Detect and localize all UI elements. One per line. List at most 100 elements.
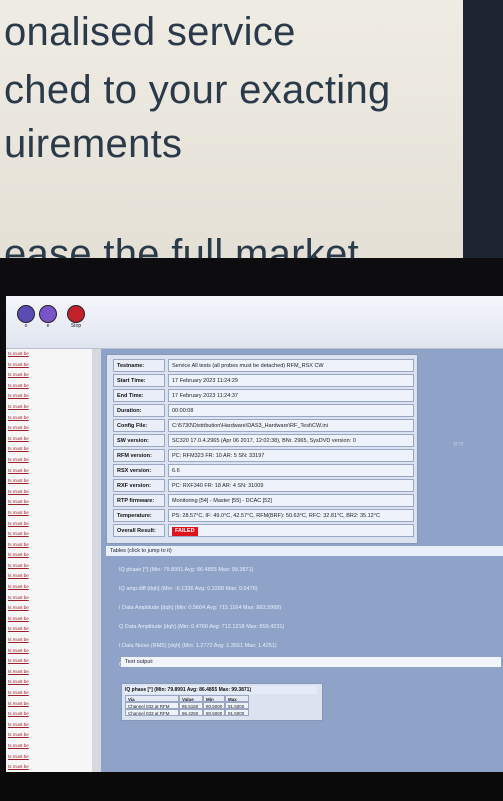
sidebar-test-link[interactable]: ts must be [6,709,92,720]
sidebar-test-link[interactable]: ts must be [6,466,92,477]
tables-header: Tables (click to jump to it) [106,546,503,556]
summary-label: Temperature: [113,509,165,522]
sidebar-test-link[interactable]: ts must be [6,635,92,646]
run-icon [39,305,57,323]
sidebar-test-link[interactable]: ts must be [6,508,92,519]
sidebar-test-link[interactable]: ts must be [6,434,92,445]
sidebar-test-link[interactable]: ts must be [6,752,92,763]
banner-line-3: uirements [4,122,183,166]
table-cell: 86.4250 [179,709,203,716]
table-cell: 91.5000 [225,702,249,709]
sidebar-test-link[interactable]: ts must be [6,391,92,402]
sidebar-test-link[interactable]: ts must be [6,741,92,752]
sidebar-test-link[interactable]: ts must be [6,349,92,360]
sidebar-test-link[interactable]: ts must be [6,519,92,530]
table-cell: Channel 033 at RFM [125,709,179,716]
toolbar: o e Stop [6,296,503,349]
sidebar-test-link[interactable]: ts must be [6,624,92,635]
summary-label: End Time: [113,389,165,402]
stop-icon [67,305,85,323]
table-link[interactable]: Q Data Amplitude [dqh] (Min: 0.4768 Avg:… [119,624,284,630]
summary-value: 17 February 2023 11:24:37 [168,389,414,402]
sidebar-test-link[interactable]: ts must be [6,487,92,498]
banner-line-4: ease the full market [4,232,360,258]
table-cell: 86.5150 [179,702,203,709]
data-table: IQ phase [°] (Min: 79.8991 Avg: 86.4855 … [121,683,323,721]
table-cell: 80.5000 [203,702,225,709]
summary-value: PS: 28.57°C, IF: 49.0°C, 42.57°C, RFM(BR… [168,509,414,522]
table-cell: Channel 032 at RFM [125,702,179,709]
table-link[interactable]: I Data Amplitude [dqh] (Min: 0.5604 Avg:… [119,605,281,611]
sidebar-test-link[interactable]: ts must be [6,593,92,604]
sidebar-test-link[interactable]: ts must be [6,550,92,561]
test-list-sidebar: ts must be ts must be ts must be ts must be… [6,349,93,772]
sidebar-test-link[interactable]: ts must be [6,423,92,434]
sidebar-test-link[interactable]: ts must be [6,720,92,731]
summary-value: 6.6 [168,464,414,477]
summary-label: RTP firmware: [113,494,165,507]
sidebar-test-link[interactable]: ts must be [6,413,92,424]
summary-label: Testname: [113,359,165,372]
table-link[interactable]: IQ amp diff [dqh] (Min: -0.1336 Avg: 0.2… [119,586,258,592]
sidebar-test-link[interactable]: ts must be [6,381,92,392]
summary-value: Service All tests (all probes must be de… [168,359,414,372]
sidebar-test-link[interactable]: ts must be [6,360,92,371]
column-header: Min [203,695,225,702]
column-header: Value [179,695,203,702]
sidebar-test-link[interactable]: ts must be [6,444,92,455]
column-header: Via [125,695,179,702]
toolbar-stop-label: Stop [70,323,82,329]
summary-value: 00:00:08 [168,404,414,417]
summary-value: Monitoring [54] - Master [55] - DCAC [52… [168,494,414,507]
summary-panel: Testname: Service All tests (all probes m… [106,354,418,544]
summary-label: Duration: [113,404,165,417]
overall-result-cell: FAILED [168,524,414,537]
summary-label: RXF version: [113,479,165,492]
app-window: o e Stop ts must be ts must be ts must be t… [6,296,503,772]
ellipsis-icon: ○○ [453,439,465,448]
sidebar-test-link[interactable]: ts must be [6,402,92,413]
sidebar-test-link[interactable]: ts must be [6,540,92,551]
banner-line-2: ched to your exacting [4,68,391,112]
data-table-title: IQ phase [°] (Min: 79.8991 Avg: 86.4855 … [125,686,317,694]
summary-value: PC: RFM323 FR: 10 AR: 5 SN: 33197 [168,449,414,462]
sidebar-test-link[interactable]: ts must be [6,614,92,625]
summary-value: 17 February 2023 11:24:29 [168,374,414,387]
sidebar-scrollbar[interactable] [92,349,101,772]
table-link[interactable]: IQ phase [°] (Min: 79.8991 Avg: 86.4855 … [119,567,254,573]
sidebar-test-link[interactable]: ts must be [6,677,92,688]
banner-line-1: onalised service [4,10,296,54]
sidebar-test-link[interactable]: ts must be [6,762,92,772]
table-link[interactable]: I Data Noise (RMS) [dqh] (Min: 1.2772 Av… [119,643,277,649]
sidebar-test-link[interactable]: ts must be [6,667,92,678]
sidebar-test-link[interactable]: ts must be [6,370,92,381]
sidebar-test-link[interactable]: ts must be [6,476,92,487]
sidebar-test-link[interactable]: ts must be [6,688,92,699]
summary-label: Config File: [113,419,165,432]
sidebar-test-link[interactable]: ts must be [6,529,92,540]
banner-dark-panel [463,0,503,258]
summary-label: SW version: [113,434,165,447]
status-badge: FAILED [172,527,198,536]
sidebar-test-link[interactable]: ts must be [6,656,92,667]
monitor-bottom-bezel [0,772,503,801]
sidebar-test-link[interactable]: ts must be [6,730,92,741]
sidebar-test-link[interactable]: ts must be [6,455,92,466]
sidebar-test-link[interactable]: ts must be [6,582,92,593]
summary-value: SC320 17.0.4.2965 (Apr 06 2017, 12:02:38… [168,434,414,447]
toolbar-stop-button[interactable]: Stop [56,300,96,329]
column-header: Max [225,695,249,702]
summary-label: RSX version: [113,464,165,477]
sidebar-test-link[interactable]: ts must be [6,646,92,657]
summary-label: Start Time: [113,374,165,387]
background-banner: onalised service ched to your exacting u… [0,0,503,258]
summary-label: RFM version: [113,449,165,462]
sidebar-test-link[interactable]: ts must be [6,561,92,572]
table-cell: 80.5000 [203,709,225,716]
sidebar-test-link[interactable]: ts must be [6,571,92,582]
table-cell: 91.5000 [225,709,249,716]
sidebar-test-link[interactable]: ts must be [6,699,92,710]
sidebar-test-link[interactable]: ts must be [6,497,92,508]
sidebar-test-link[interactable]: ts must be [6,603,92,614]
summary-value: PC: RXF340 FR: 18 AR: 4 SN: 31009 [168,479,414,492]
